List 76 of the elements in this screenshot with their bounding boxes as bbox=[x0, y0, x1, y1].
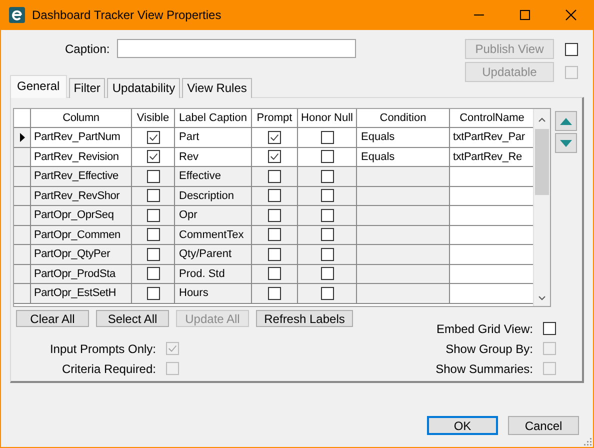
tab[interactable]: View Rules bbox=[182, 78, 252, 98]
checkbox[interactable] bbox=[146, 150, 160, 164]
tab[interactable]: General bbox=[10, 75, 67, 98]
move-down-button[interactable] bbox=[555, 133, 577, 153]
row-header[interactable] bbox=[14, 128, 31, 148]
checkbox[interactable] bbox=[146, 170, 160, 183]
column-header[interactable]: Honor Null bbox=[298, 109, 357, 128]
table-cell: PartOpr_QtyPer bbox=[31, 245, 132, 264]
scrollbar[interactable] bbox=[533, 109, 550, 306]
table-cell: PartOpr_ProdSta bbox=[31, 264, 132, 284]
checkbox[interactable] bbox=[320, 150, 334, 164]
table-cell: PartRev_PartNum bbox=[31, 128, 132, 148]
grid-action-button[interactable]: Clear All bbox=[16, 310, 89, 327]
checkbox[interactable] bbox=[268, 228, 281, 242]
checkbox[interactable] bbox=[268, 170, 281, 183]
column-header[interactable]: Label Caption bbox=[175, 109, 252, 128]
checkbox[interactable] bbox=[146, 130, 160, 144]
move-up-button[interactable] bbox=[555, 111, 577, 131]
scroll-thumb[interactable] bbox=[535, 129, 549, 195]
table-cell: PartRev_Revision bbox=[31, 148, 132, 167]
option-label: Input Prompts Only: bbox=[50, 342, 156, 356]
checkbox[interactable] bbox=[320, 130, 334, 144]
checkbox[interactable] bbox=[268, 150, 281, 164]
column-header[interactable]: Condition bbox=[357, 109, 450, 128]
option-label: Criteria Required: bbox=[62, 362, 156, 376]
checkbox[interactable] bbox=[320, 248, 334, 261]
checkbox[interactable] bbox=[146, 208, 160, 222]
caption-field[interactable] bbox=[116, 39, 356, 58]
checkbox[interactable] bbox=[320, 170, 334, 183]
tab[interactable]: Updatability bbox=[107, 78, 180, 98]
table-cell: PartRev_RevShor bbox=[31, 186, 132, 206]
checkbox[interactable] bbox=[146, 248, 160, 261]
column-header[interactable]: Column bbox=[31, 109, 132, 128]
current-row-icon bbox=[20, 132, 24, 142]
checkbox[interactable] bbox=[268, 208, 281, 222]
checkbox[interactable] bbox=[268, 130, 281, 144]
table-cell: txtPartRev_Re bbox=[450, 148, 533, 167]
checkbox[interactable] bbox=[320, 228, 334, 242]
checkbox[interactable] bbox=[320, 286, 334, 300]
checkbox[interactable] bbox=[146, 228, 160, 242]
window-title: Dashboard Tracker View Properties bbox=[32, 8, 222, 22]
table-cell: PartOpr_EstSetH bbox=[31, 284, 132, 304]
triangle-up-icon bbox=[560, 118, 572, 124]
checkbox[interactable] bbox=[268, 286, 281, 300]
table-cell: PartOpr_Commen bbox=[31, 226, 132, 245]
dialog-button[interactable]: OK bbox=[427, 416, 498, 435]
app-icon bbox=[9, 7, 25, 23]
resize-grip-icon[interactable] bbox=[582, 436, 592, 446]
table-cell[interactable]: Hours bbox=[175, 284, 252, 304]
checkbox[interactable] bbox=[543, 322, 556, 335]
close-icon[interactable] bbox=[565, 9, 577, 21]
caption-label: Caption: bbox=[65, 42, 110, 56]
maximize-icon[interactable] bbox=[519, 9, 531, 21]
checkbox[interactable] bbox=[268, 248, 281, 261]
chevron-down-icon[interactable] bbox=[538, 296, 546, 301]
grid-action-button[interactable]: Select All bbox=[96, 310, 169, 327]
checkbox[interactable] bbox=[146, 267, 160, 280]
checkbox[interactable] bbox=[320, 189, 334, 202]
triangle-down-icon bbox=[560, 140, 572, 146]
checkbox[interactable] bbox=[268, 189, 281, 202]
checkbox[interactable] bbox=[320, 208, 334, 222]
column-header[interactable]: Prompt bbox=[252, 109, 298, 128]
table-cell: PartOpr_OprSeq bbox=[31, 206, 132, 226]
option-label: Show Group By: bbox=[446, 342, 533, 356]
tab[interactable]: Filter bbox=[68, 78, 106, 98]
chevron-up-icon[interactable] bbox=[538, 117, 546, 122]
option-label: Show Summaries: bbox=[436, 362, 533, 376]
dialog-button[interactable]: Cancel bbox=[508, 416, 579, 435]
checkbox[interactable] bbox=[146, 286, 160, 300]
grid-action-button[interactable]: Refresh Labels bbox=[256, 310, 353, 327]
option-label: Embed Grid View: bbox=[436, 322, 533, 336]
table-cell: PartRev_Effective bbox=[31, 167, 132, 186]
column-header[interactable]: Visible bbox=[132, 109, 175, 128]
checkbox[interactable] bbox=[320, 267, 334, 280]
checkbox[interactable] bbox=[146, 189, 160, 202]
checkbox[interactable] bbox=[268, 267, 281, 280]
